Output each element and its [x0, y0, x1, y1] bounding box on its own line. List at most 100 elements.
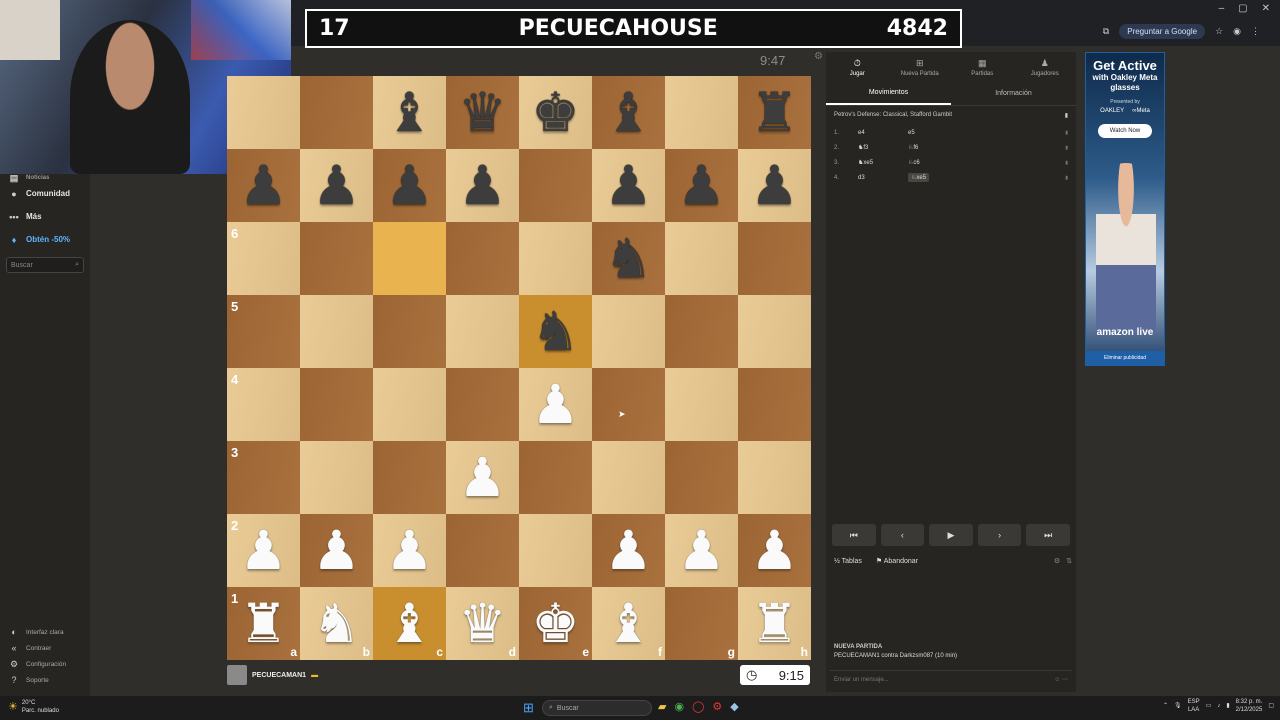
account-icon[interactable]: ◉: [1233, 26, 1241, 37]
tab-info[interactable]: Información: [951, 82, 1076, 105]
white-pawn-icon[interactable]: ♟: [604, 523, 652, 578]
square-c6[interactable]: [373, 222, 446, 295]
square-c2[interactable]: ♟: [373, 514, 446, 587]
square-e4[interactable]: ♟: [519, 368, 592, 441]
analysis-icon[interactable]: ⚙: [1054, 557, 1060, 565]
square-g7[interactable]: ♟: [665, 149, 738, 222]
close-button[interactable]: ✕: [1262, 3, 1270, 14]
white-queen-icon[interactable]: ♛: [458, 596, 506, 651]
sidebar-item-support[interactable]: ? Soporte: [0, 672, 90, 688]
white-pawn-icon[interactable]: ♟: [239, 523, 287, 578]
square-e6[interactable]: [519, 222, 592, 295]
square-h1[interactable]: ♜ h: [738, 587, 811, 660]
square-f1[interactable]: ♝ f: [592, 587, 665, 660]
white-pawn-icon[interactable]: ♟: [312, 523, 360, 578]
square-b7[interactable]: ♟: [300, 149, 373, 222]
square-a7[interactable]: ♟: [227, 149, 300, 222]
square-a1[interactable]: ♜ 1 a: [227, 587, 300, 660]
windows-start-icon[interactable]: ⊞: [523, 700, 534, 716]
square-f4[interactable]: [592, 368, 665, 441]
square-f8[interactable]: ♝: [592, 76, 665, 149]
square-f2[interactable]: ♟: [592, 514, 665, 587]
sidebar-search[interactable]: Buscar ⌕: [6, 257, 84, 273]
chat-input[interactable]: Enviar un mensaje... ☺ ⋯: [830, 670, 1072, 688]
draw-button[interactable]: ½ Tablas: [834, 558, 862, 565]
black-move[interactable]: ♘c6: [908, 159, 1048, 166]
game-icon[interactable]: ⚙: [712, 700, 722, 713]
volume-icon[interactable]: ♪: [1217, 702, 1220, 710]
square-b3[interactable]: [300, 441, 373, 514]
square-d3[interactable]: ♟: [446, 441, 519, 514]
black-pawn-icon[interactable]: ♟: [677, 158, 725, 213]
sidebar-item-mas[interactable]: ••• Más: [0, 205, 90, 228]
more-icon[interactable]: ⋯: [1062, 677, 1068, 683]
player-name[interactable]: PECUECAMAN1: [252, 672, 306, 679]
square-a3[interactable]: 3: [227, 441, 300, 514]
square-c7[interactable]: ♟: [373, 149, 446, 222]
tab-games[interactable]: ▦ Partidas: [951, 52, 1014, 82]
square-h7[interactable]: ♟: [738, 149, 811, 222]
flip-board-icon[interactable]: ⇅: [1066, 557, 1072, 565]
move-row[interactable]: 1. e4 e5 ▮: [834, 125, 1068, 140]
black-knight-icon[interactable]: ♞: [604, 231, 652, 286]
square-h4[interactable]: [738, 368, 811, 441]
maximize-button[interactable]: ▢: [1238, 3, 1247, 14]
square-d5[interactable]: [446, 295, 519, 368]
square-h3[interactable]: [738, 441, 811, 514]
avatar[interactable]: [227, 665, 247, 685]
black-pawn-icon[interactable]: ♟: [750, 158, 798, 213]
sidebar-item-settings[interactable]: ⚙ Configuración: [0, 656, 90, 672]
square-c3[interactable]: [373, 441, 446, 514]
square-b8[interactable]: [300, 76, 373, 149]
square-c4[interactable]: [373, 368, 446, 441]
square-e5[interactable]: ♞: [519, 295, 592, 368]
square-a5[interactable]: 5: [227, 295, 300, 368]
square-h6[interactable]: [738, 222, 811, 295]
square-e7[interactable]: [519, 149, 592, 222]
square-a8[interactable]: [227, 76, 300, 149]
square-f3[interactable]: [592, 441, 665, 514]
square-e8[interactable]: ♚: [519, 76, 592, 149]
white-move[interactable]: ♞f3: [858, 144, 908, 151]
square-a2[interactable]: ♟ 2: [227, 514, 300, 587]
white-rook-icon[interactable]: ♜: [239, 596, 287, 651]
first-move-button[interactable]: ⏮: [832, 524, 876, 546]
square-d2[interactable]: [446, 514, 519, 587]
move-row[interactable]: 4. d3 ♘xe5 ▮: [834, 170, 1068, 185]
black-queen-icon[interactable]: ♛: [458, 85, 506, 140]
black-rook-icon[interactable]: ♜: [750, 85, 798, 140]
move-row[interactable]: 2. ♞f3 ♘f6 ▮: [834, 140, 1068, 155]
emoji-icon[interactable]: ☺: [1054, 677, 1060, 683]
ask-google-button[interactable]: Preguntar a Google: [1119, 24, 1206, 39]
board-settings-icon[interactable]: ⚙: [814, 51, 823, 62]
steam-icon[interactable]: ◆: [730, 700, 738, 713]
square-g4[interactable]: [665, 368, 738, 441]
square-g8[interactable]: [665, 76, 738, 149]
language-indicator[interactable]: ESP LAA: [1188, 698, 1200, 714]
white-move[interactable]: d3: [858, 175, 908, 181]
white-bishop-icon[interactable]: ♝: [385, 596, 433, 651]
square-f7[interactable]: ♟: [592, 149, 665, 222]
square-f6[interactable]: ♞: [592, 222, 665, 295]
battery-icon[interactable]: ▮: [1226, 702, 1229, 710]
square-b1[interactable]: ♞ b: [300, 587, 373, 660]
square-e2[interactable]: [519, 514, 592, 587]
previous-move-button[interactable]: ‹: [880, 524, 925, 546]
sidebar-item-light-theme[interactable]: ◐ Interfaz clara: [0, 624, 90, 640]
white-pawn-icon[interactable]: ♟: [677, 523, 725, 578]
white-pawn-icon[interactable]: ♟: [458, 450, 506, 505]
black-pawn-icon[interactable]: ♟: [604, 158, 652, 213]
tab-new-game[interactable]: ⊞ Nueva Partida: [889, 52, 952, 82]
white-bishop-icon[interactable]: ♝: [604, 596, 652, 651]
white-pawn-icon[interactable]: ♟: [385, 523, 433, 578]
white-pawn-icon[interactable]: ♟: [531, 377, 579, 432]
black-bishop-icon[interactable]: ♝: [604, 85, 652, 140]
network-icon[interactable]: ▭: [1206, 702, 1212, 710]
square-d8[interactable]: ♛: [446, 76, 519, 149]
sidebar-item-noticias[interactable]: ▤ Noticias: [0, 173, 90, 183]
black-move[interactable]: ♘f6: [908, 144, 1048, 151]
watch-now-button[interactable]: Watch Now: [1098, 124, 1152, 138]
square-b6[interactable]: [300, 222, 373, 295]
white-move[interactable]: e4: [858, 130, 908, 136]
install-icon[interactable]: ⧉: [1103, 26, 1109, 37]
